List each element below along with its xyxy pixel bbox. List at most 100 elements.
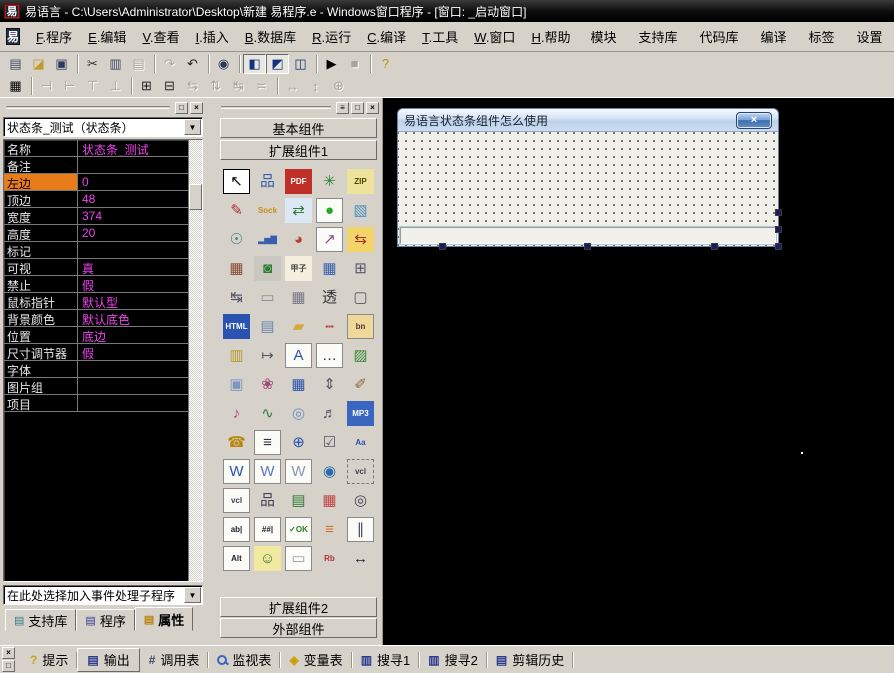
menu-item-i[interactable]: I.插入	[188, 24, 237, 49]
picture-box-icon[interactable]: ▨	[347, 343, 374, 368]
color-grid-icon[interactable]: ▦	[316, 488, 343, 513]
line-chart-icon[interactable]: ↗	[316, 227, 343, 252]
find-help-icon[interactable]: ?	[374, 54, 397, 74]
panel-menu-icon[interactable]: ≡	[336, 101, 349, 114]
check-list-icon[interactable]: ☑	[316, 430, 343, 455]
cut-icon[interactable]: ✂	[81, 54, 104, 74]
tab-变量表[interactable]: ◈ 变量表	[280, 649, 352, 671]
tab-属性[interactable]: ▤ 属性	[134, 607, 194, 631]
word-new-icon[interactable]: W	[223, 459, 250, 484]
property-value[interactable]	[78, 157, 202, 173]
tab-监视表[interactable]: 监视表	[208, 649, 281, 671]
property-row[interactable]: 宽度 374	[4, 208, 202, 225]
tree-view-icon[interactable]: ⊞	[347, 256, 374, 281]
property-row[interactable]: 名称 状态条_测试	[4, 140, 202, 157]
org-chart-icon[interactable]: 品	[254, 488, 281, 513]
chevron-down-icon[interactable]: ▼	[184, 119, 201, 135]
flowchart-icon[interactable]: 品	[254, 169, 281, 194]
selection-handle[interactable]	[584, 243, 591, 250]
script-icon[interactable]: ✎	[223, 198, 250, 223]
scrollbar-thumb[interactable]	[189, 184, 202, 210]
word-doc-icon[interactable]: W	[254, 459, 281, 484]
jiazi-icon[interactable]: 甲子	[285, 256, 312, 281]
image-swap-icon[interactable]: ▧	[347, 198, 374, 223]
folder-icon[interactable]: ▰	[285, 314, 312, 339]
cd-player-icon[interactable]: ◎	[285, 401, 312, 426]
panel-icon[interactable]: ▤	[254, 314, 281, 339]
selection-handle[interactable]	[711, 243, 718, 250]
selection-handle[interactable]	[775, 243, 782, 250]
menu-item-h[interactable]: H.帮助	[523, 24, 578, 49]
copy-icon[interactable]: ▥	[104, 54, 127, 74]
wand-icon[interactable]: ✐	[347, 372, 374, 397]
view-code-icon[interactable]: ◉	[212, 54, 235, 74]
tree-panel-icon[interactable]: ▤	[285, 488, 312, 513]
property-row[interactable]: 可视真	[4, 259, 202, 276]
green-ball-icon[interactable]: ●	[316, 198, 343, 223]
property-value[interactable]: 默认底色	[78, 310, 202, 326]
property-value[interactable]: 默认型	[78, 293, 202, 309]
tab-输出[interactable]: ▤ 输出	[77, 647, 140, 672]
rb-slider-icon[interactable]: Rb	[316, 546, 343, 571]
bar-chart-icon[interactable]: ▂▅▇	[254, 227, 281, 252]
mp3-icon[interactable]: MP3	[347, 401, 374, 426]
menu-item-f[interactable]: F.程序	[28, 24, 80, 49]
ok-button-icon[interactable]: ✓OK	[285, 517, 312, 542]
property-row[interactable]: 尺寸调节器假	[4, 344, 202, 361]
drag-handle[interactable]	[6, 106, 170, 109]
grid-e-icon[interactable]: ▦	[285, 372, 312, 397]
form-designer-area[interactable]: 易语言状态条组件怎么使用 ×	[383, 98, 894, 645]
extended-components1-button[interactable]: 扩展组件1	[220, 140, 377, 160]
calendar-icon[interactable]: ▦	[316, 256, 343, 281]
layers-icon[interactable]: ▣	[223, 372, 250, 397]
center-vertical-icon[interactable]: ⊟	[158, 76, 181, 96]
undo-icon[interactable]: ↶	[181, 54, 204, 74]
blank-panel-icon[interactable]: ▭	[285, 546, 312, 571]
tab-剪辑历史[interactable]: ▤ 剪辑历史	[487, 649, 574, 671]
window-swap-icon[interactable]: ⇄	[285, 198, 312, 223]
panel-restore-icon[interactable]: □	[351, 101, 364, 114]
property-panel-titlebar[interactable]: □ ×	[3, 100, 203, 115]
film-audio-icon[interactable]: ♬	[316, 401, 343, 426]
tab-提示[interactable]: ? 提示	[21, 649, 78, 671]
panel-restore-icon[interactable]: □	[175, 101, 188, 114]
menu-right-item-3[interactable]: 编译	[751, 24, 797, 49]
palette-titlebar[interactable]: ≡ □ ×	[218, 100, 379, 115]
net-doc-icon[interactable]: ⊕	[285, 430, 312, 455]
menu-right-item-2[interactable]: 代码库	[689, 24, 748, 49]
turtle-icon[interactable]: ✳	[316, 169, 343, 194]
dial-phone-icon[interactable]: ☎	[223, 430, 250, 455]
menu-item-v[interactable]: V.查看	[134, 24, 187, 49]
globe-icon[interactable]: ◉	[316, 459, 343, 484]
property-row[interactable]: 鼠标指针 默认型	[4, 293, 202, 310]
webcam-icon[interactable]: ☉	[223, 227, 250, 252]
property-scrollbar[interactable]	[188, 140, 202, 581]
panel-restore-icon[interactable]: □	[2, 660, 15, 672]
alt-edit-icon[interactable]: Alt	[223, 546, 250, 571]
property-value[interactable]: 假	[78, 344, 202, 360]
property-row[interactable]: 项目	[4, 395, 202, 412]
font-blocks-icon[interactable]: Aa	[347, 430, 374, 455]
extended-components2-button[interactable]: 扩展组件2	[220, 597, 377, 617]
property-row[interactable]: 备注	[4, 157, 202, 174]
property-row[interactable]: 背景颜色 默认底色	[4, 310, 202, 327]
tab-搜寻1[interactable]: ▥ 搜寻1	[352, 649, 420, 671]
property-value[interactable]	[78, 378, 202, 394]
menu-item-e[interactable]: E.编辑	[80, 24, 134, 49]
menu-right-item-5[interactable]: 设置	[847, 24, 893, 49]
property-row[interactable]: 图片组	[4, 378, 202, 395]
folder-msg-icon[interactable]: ☺	[254, 546, 281, 571]
h-slider-icon[interactable]: ↹	[223, 285, 250, 310]
layout-grid-icon[interactable]: ◫	[289, 54, 312, 74]
event-selector[interactable]: 在此处选择加入事件处理子程序 ▼	[3, 585, 203, 605]
property-value[interactable]: 状态条_测试	[78, 140, 202, 156]
form-designer-icon[interactable]: ▦	[4, 76, 27, 96]
property-value[interactable]	[78, 361, 202, 377]
property-value[interactable]: 20	[78, 225, 202, 241]
frame-component-icon[interactable]: ◙	[254, 256, 281, 281]
menu-right-item-1[interactable]: 支持库	[628, 24, 687, 49]
property-row[interactable]: 顶边 48	[4, 191, 202, 208]
volume-mixer-icon[interactable]: ⇕	[316, 372, 343, 397]
socket-icon[interactable]: Sock	[254, 198, 281, 223]
menu-right-item-0[interactable]: 模块	[580, 24, 626, 49]
